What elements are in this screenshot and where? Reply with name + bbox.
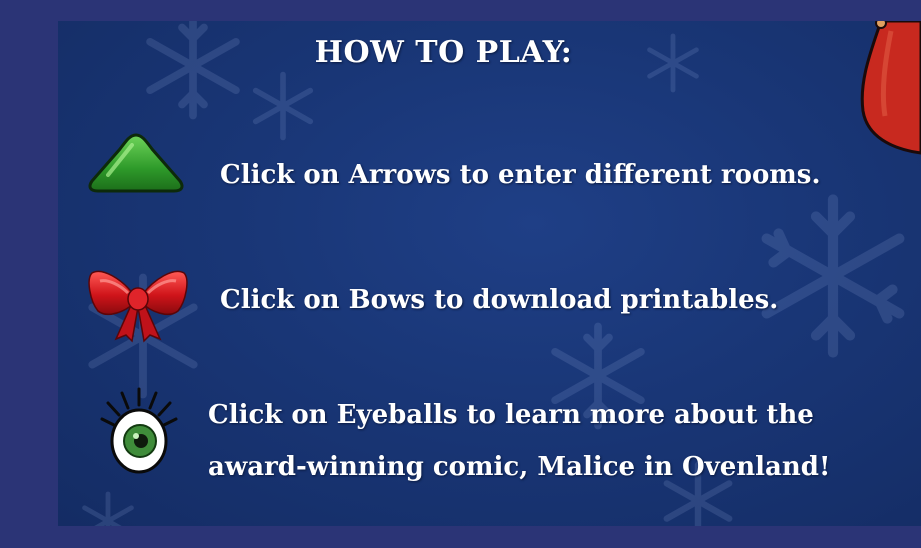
- instruction-arrows: Click on Arrows to enter different rooms…: [220, 160, 821, 190]
- instruction-eyeballs-line-1: Click on Eyeballs to learn more about th…: [208, 400, 814, 430]
- red-bow-icon: [88, 270, 188, 343]
- instruction-bows: Click on Bows to download printables.: [220, 285, 779, 315]
- instruction-eyeballs-line-2: award-winning comic, Malice in Ovenland!: [208, 452, 831, 482]
- green-arrow-icon: [88, 133, 184, 193]
- snowflake-icon: [761, 194, 905, 358]
- snowflake-icon: [82, 491, 134, 526]
- snowflake-icon: [252, 71, 314, 141]
- how-to-play-panel: HOW TO PLAY: Click on Arrows to enter di…: [58, 21, 921, 526]
- eyeball-icon: [100, 387, 178, 474]
- game-frame: HOW TO PLAY: Click on Arrows to enter di…: [0, 0, 921, 548]
- page-title: HOW TO PLAY:: [314, 35, 573, 70]
